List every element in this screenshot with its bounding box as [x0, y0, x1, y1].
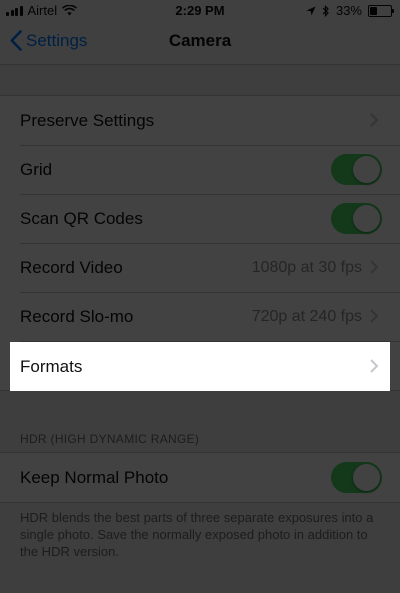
- toggle-knob: [353, 156, 380, 183]
- page-title: Camera: [168, 31, 232, 50]
- grid-row: Grid: [0, 145, 400, 194]
- keep-normal-photo-row: Keep Normal Photo: [0, 453, 400, 502]
- scan-qr-codes-toggle[interactable]: [331, 203, 382, 234]
- toggle-knob: [353, 205, 380, 232]
- status-right: 33%: [306, 3, 394, 18]
- toggle-knob: [353, 464, 380, 491]
- camera-settings-screen: Airtel 2:29 PM 33% Settings Camera Prese…: [0, 0, 400, 593]
- battery-percent: 33%: [335, 3, 362, 18]
- formats-row[interactable]: Formats: [10, 342, 390, 391]
- battery-fill: [370, 6, 377, 15]
- keep-normal-photo-toggle[interactable]: [331, 462, 382, 493]
- hdr-footer-text: HDR blends the best parts of three separ…: [20, 510, 374, 559]
- chevron-right-icon: [370, 260, 379, 274]
- formats-label: Formats: [20, 357, 83, 376]
- grid-label: Grid: [20, 160, 53, 179]
- record-video-row[interactable]: Record Video 1080p at 30 fps: [0, 243, 400, 292]
- chevron-right-icon: [370, 309, 379, 323]
- chevron-right-icon: [370, 113, 379, 127]
- hdr-section-header: HDR (HIGH DYNAMIC RANGE): [20, 432, 200, 446]
- grid-toggle[interactable]: [331, 154, 382, 185]
- status-bar: Airtel 2:29 PM 33%: [0, 0, 400, 20]
- chevron-right-icon: [370, 359, 379, 373]
- preserve-settings-label: Preserve Settings: [20, 111, 155, 130]
- preserve-settings-row[interactable]: Preserve Settings: [0, 96, 400, 145]
- location-arrow-icon: [306, 6, 316, 15]
- record-slomo-value: 720p at 240 fps: [251, 308, 362, 325]
- battery-icon: [368, 4, 394, 17]
- hdr-group: Keep Normal Photo: [0, 452, 400, 503]
- keep-normal-photo-label: Keep Normal Photo: [20, 468, 169, 487]
- record-slomo-row[interactable]: Record Slo-mo 720p at 240 fps: [0, 292, 400, 341]
- scan-qr-codes-label: Scan QR Codes: [20, 209, 143, 228]
- record-video-value: 1080p at 30 fps: [251, 259, 362, 276]
- bluetooth-icon: [322, 4, 329, 17]
- record-video-label: Record Video: [20, 258, 123, 277]
- navigation-bar: Settings Camera: [0, 20, 400, 65]
- scan-qr-codes-row: Scan QR Codes: [0, 194, 400, 243]
- record-slomo-label: Record Slo-mo: [20, 307, 134, 326]
